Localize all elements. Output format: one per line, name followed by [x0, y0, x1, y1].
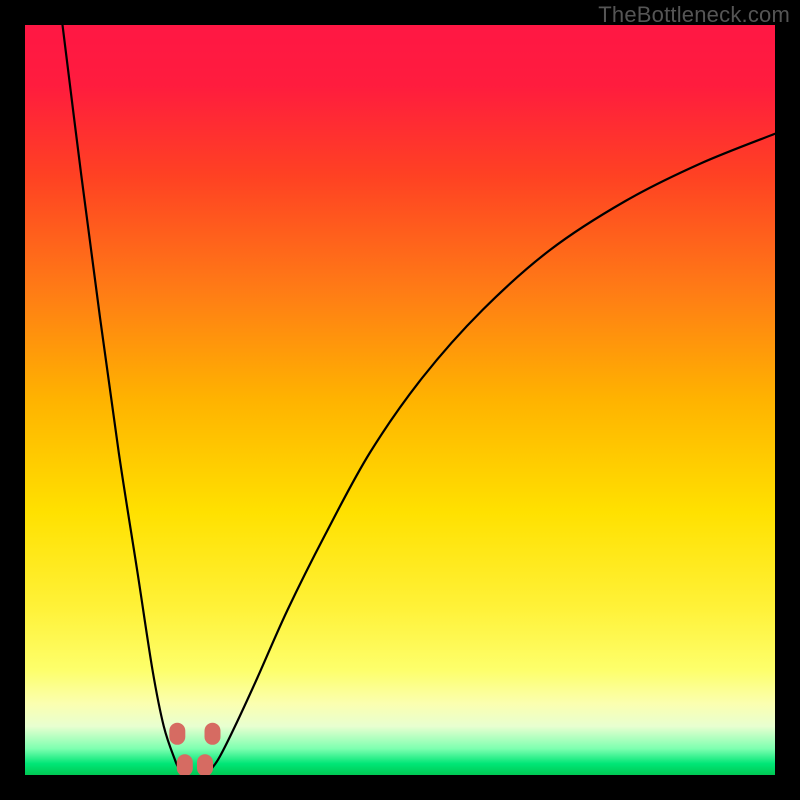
chart-background [25, 25, 775, 775]
marker-bottom-left [177, 754, 193, 775]
chart-svg [25, 25, 775, 775]
chart-plot-area [25, 25, 775, 775]
marker-left-top [169, 723, 185, 745]
marker-right-top [205, 723, 221, 745]
chart-frame: TheBottleneck.com [0, 0, 800, 800]
watermark-text: TheBottleneck.com [598, 2, 790, 28]
marker-bottom-right [197, 754, 213, 775]
